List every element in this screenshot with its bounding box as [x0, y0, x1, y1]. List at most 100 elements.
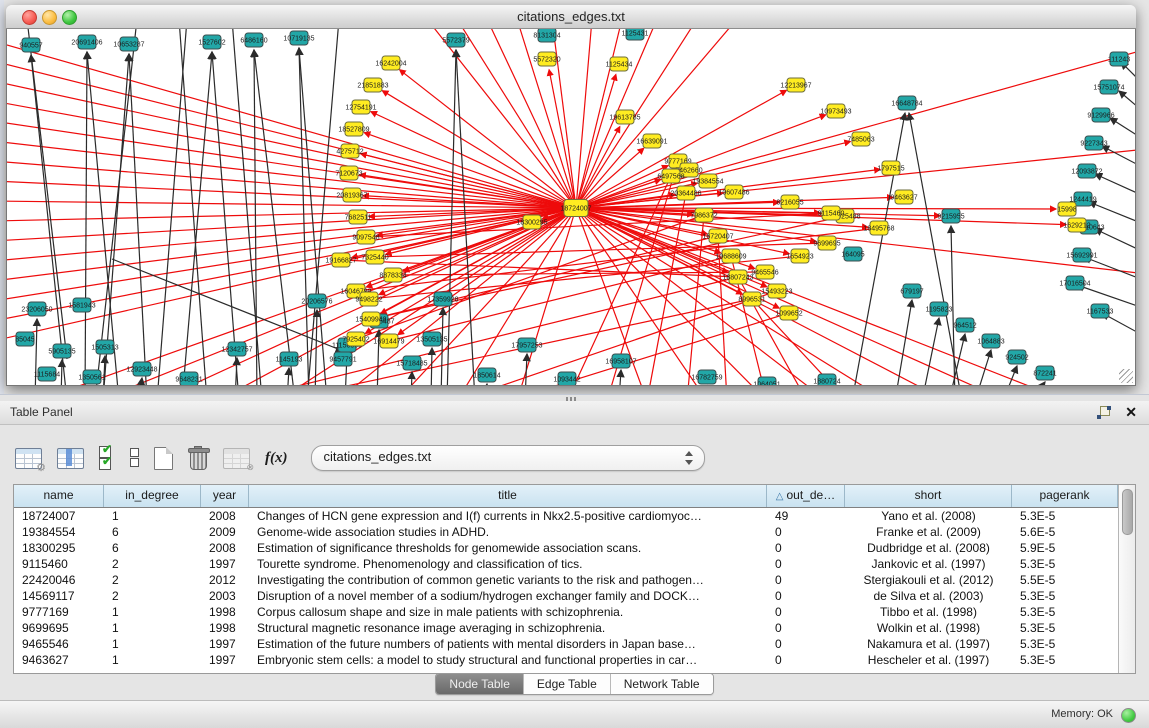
- table-row[interactable]: 911546021997Tourette syndrome. Phenomeno…: [14, 556, 1118, 572]
- graph-node[interactable]: 1125434: [606, 57, 633, 71]
- tab-edge-table[interactable]: Edge Table: [524, 674, 611, 694]
- column-header-pagerank[interactable]: pagerank: [1012, 485, 1118, 507]
- network-window-titlebar[interactable]: citations_edges.txt: [6, 5, 1136, 29]
- graph-node[interactable]: 1797515: [877, 161, 904, 175]
- show-columns-button[interactable]: [57, 448, 84, 469]
- graph-node[interactable]: 1115684: [34, 367, 60, 381]
- graph-node[interactable]: 16639091: [636, 134, 667, 148]
- graph-node[interactable]: 1195823: [926, 302, 953, 316]
- graph-node[interactable]: 16648784: [891, 96, 922, 110]
- graph-node[interactable]: 6486160: [240, 33, 267, 47]
- table-row[interactable]: 2242004622012Investigating the contribut…: [14, 572, 1118, 588]
- graph-node[interactable]: 872241: [1033, 366, 1056, 380]
- graph-node[interactable]: 9465546: [751, 265, 778, 279]
- table-settings-button[interactable]: ⚙: [15, 448, 42, 469]
- delete-column-button[interactable]: [188, 446, 208, 470]
- graph-node[interactable]: 9097548: [352, 230, 379, 244]
- column-header-in_degree[interactable]: in_degree: [104, 485, 201, 507]
- graph-node[interactable]: 1581943: [68, 298, 95, 312]
- table-row[interactable]: 1830029562008Estimation of significance …: [14, 540, 1118, 556]
- column-header-name[interactable]: name: [14, 485, 104, 507]
- scrollbar-thumb[interactable]: [1122, 489, 1133, 535]
- graph-node[interactable]: 1145193: [276, 352, 303, 366]
- network-canvas[interactable]: 940557 20691406 10653287 1527602 6486160 1071…: [6, 29, 1136, 386]
- graph-node[interactable]: 924502: [1005, 350, 1028, 364]
- window-resize-grip[interactable]: [1119, 369, 1133, 383]
- graph-node[interactable]: 164095: [841, 247, 864, 261]
- table-row[interactable]: 946362711997Embryonic stem cells: a mode…: [14, 652, 1118, 668]
- graph-node[interactable]: 18724007: [560, 200, 591, 217]
- graph-node[interactable]: 5572379: [442, 33, 469, 47]
- function-builder-button[interactable]: f(x): [265, 449, 288, 467]
- graph-node[interactable]: 10973493: [820, 104, 851, 118]
- table-row[interactable]: 977716911998Corpus callosum shape and si…: [14, 604, 1118, 620]
- graph-node[interactable]: 9129966: [1087, 108, 1114, 122]
- citation-network-graph[interactable]: 940557 20691406 10653287 1527602 6486160 1071…: [7, 29, 1135, 385]
- table-row[interactable]: 969969511998Structural magnetic resonanc…: [14, 620, 1118, 636]
- close-panel-icon[interactable]: ✕: [1125, 404, 1137, 420]
- graph-node[interactable]: 1850614: [473, 368, 500, 382]
- graph-node[interactable]: 12213967: [780, 78, 811, 92]
- graph-node[interactable]: 1064883: [977, 334, 1004, 348]
- graph-node[interactable]: 12923448: [126, 362, 157, 376]
- graph-node[interactable]: 20819367: [336, 188, 367, 202]
- table-row[interactable]: 1872400712008Changes of HCN gene express…: [14, 508, 1118, 524]
- graph-node[interactable]: 9227343: [1080, 136, 1107, 150]
- zoom-traffic-light[interactable]: [62, 10, 77, 25]
- column-header-title[interactable]: title: [249, 485, 767, 507]
- table-selector-dropdown[interactable]: citations_edges.txt: [311, 445, 705, 471]
- graph-node[interactable]: 1527602: [198, 35, 225, 49]
- graph-node[interactable]: 1350561: [78, 370, 105, 384]
- table-scrollbar[interactable]: [1118, 485, 1135, 673]
- column-header-out_de[interactable]: △out_de…: [767, 485, 845, 507]
- graph-node[interactable]: 5905135: [48, 344, 75, 358]
- graph-node[interactable]: 20691406: [71, 35, 102, 49]
- graph-node[interactable]: 1064051: [753, 377, 780, 385]
- graph-node[interactable]: 18527809: [338, 122, 369, 136]
- graph-node[interactable]: 15718485: [396, 356, 427, 370]
- graph-node[interactable]: 10688609: [715, 249, 746, 263]
- close-traffic-light[interactable]: [22, 10, 37, 25]
- graph-node[interactable]: 10719135: [283, 31, 314, 45]
- minimize-traffic-light[interactable]: [42, 10, 57, 25]
- graph-node[interactable]: 9463627: [890, 190, 917, 204]
- graph-node[interactable]: 111243: [1108, 52, 1130, 66]
- table-row[interactable]: 1938455462009Genome-wide association stu…: [14, 524, 1118, 540]
- column-header-year[interactable]: year: [201, 485, 249, 507]
- graph-node[interactable]: 7485063: [847, 132, 874, 146]
- table-row[interactable]: 1456911722003Disruption of a novel membe…: [14, 588, 1118, 604]
- graph-node[interactable]: 940557: [19, 38, 42, 52]
- select-all-button[interactable]: ✔✔: [99, 446, 115, 470]
- tab-network-table[interactable]: Network Table: [611, 674, 713, 694]
- graph-node[interactable]: 1167533: [1087, 304, 1114, 318]
- graph-node[interactable]: 23206050: [21, 302, 52, 316]
- graph-node[interactable]: 9648231: [175, 372, 202, 385]
- graph-node[interactable]: 8131304: [533, 29, 560, 42]
- graph-node[interactable]: 18495768: [863, 221, 894, 235]
- table-row[interactable]: 946554611997Estimation of the future num…: [14, 636, 1118, 652]
- column-header-short[interactable]: short: [845, 485, 1012, 507]
- graph-node[interactable]: 8216055: [776, 195, 803, 209]
- graph-node[interactable]: 21851883: [357, 78, 388, 92]
- graph-node[interactable]: 16242004: [375, 56, 406, 70]
- graph-node[interactable]: 12342757: [221, 342, 252, 356]
- tab-node-table[interactable]: Node Table: [436, 674, 524, 694]
- svg-text:1099652: 1099652: [775, 311, 802, 318]
- graph-node[interactable]: 1654923: [786, 249, 813, 263]
- graph-node[interactable]: 15998: [1057, 202, 1077, 216]
- graph-node[interactable]: 85045: [15, 332, 35, 346]
- delete-table-button[interactable]: ⊗: [223, 448, 250, 469]
- graph-node[interactable]: 679197: [900, 284, 923, 298]
- unselect-all-button[interactable]: [130, 447, 139, 469]
- table-cell: 5.6E-5: [1012, 524, 1118, 540]
- graph-node[interactable]: 16958107: [605, 354, 636, 368]
- graph-node[interactable]: 16782759: [691, 370, 722, 384]
- graph-node[interactable]: 1093442: [553, 372, 580, 385]
- float-window-icon[interactable]: [1097, 406, 1111, 419]
- graph-node[interactable]: 1880724: [813, 374, 840, 385]
- graph-node[interactable]: 10653287: [113, 37, 144, 51]
- new-column-button[interactable]: [154, 447, 173, 470]
- graph-node[interactable]: 964512: [953, 318, 976, 332]
- graph-node[interactable]: 1125431: [622, 29, 649, 40]
- graph-node[interactable]: 19613785: [609, 110, 640, 124]
